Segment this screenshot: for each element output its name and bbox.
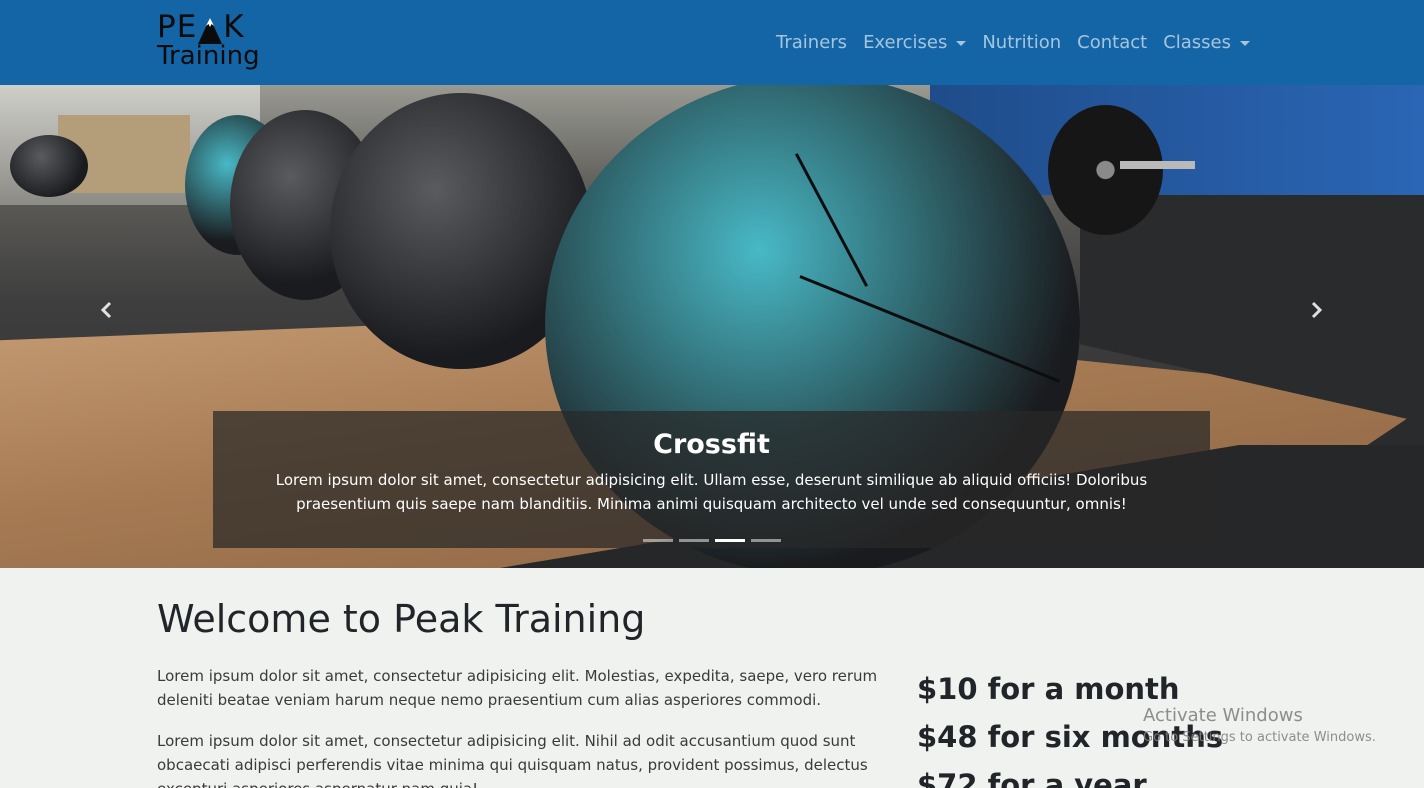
nav-item-nutrition[interactable]: Nutrition [974, 32, 1069, 53]
carousel-indicator-4[interactable] [751, 539, 781, 542]
brand-line1: PE K [157, 9, 245, 45]
price-yearly: $72 for a year [917, 768, 1147, 788]
caption-title: Crossfit [653, 429, 770, 460]
watermark-subtitle: Go to Settings to activate Windows. [1143, 730, 1376, 745]
navbar: PE K Training Trainers Exercises Nutriti… [0, 0, 1424, 85]
windows-activation-watermark: Activate Windows Go to Settings to activ… [1143, 704, 1376, 748]
caption-text: Lorem ipsum dolor sit amet, consectetur … [275, 471, 1148, 513]
nav-item-classes[interactable]: Classes [1155, 32, 1258, 53]
intro-paragraph-1: Lorem ipsum dolor sit amet, consectetur … [157, 667, 878, 709]
intro-paragraph-2: Lorem ipsum dolor sit amet, consectetur … [157, 732, 868, 788]
nav-menu: Trainers Exercises Nutrition Contact Cla… [768, 0, 1258, 85]
carousel-next-button[interactable] [1306, 300, 1326, 320]
carousel-prev-button[interactable] [97, 300, 117, 320]
nav-item-exercises[interactable]: Exercises [855, 32, 974, 53]
nav-item-label: Contact [1077, 32, 1148, 53]
nav-item-label: Nutrition [982, 32, 1062, 53]
page-title: Welcome to Peak Training [157, 597, 646, 641]
caret-down-icon [1240, 41, 1250, 46]
chevron-left-icon [100, 301, 112, 319]
nav-item-label: Exercises [863, 32, 948, 53]
watermark-title: Activate Windows [1143, 705, 1303, 726]
nav-item-contact[interactable]: Contact [1069, 32, 1155, 53]
brand-logo[interactable]: PE K Training [157, 10, 272, 74]
caret-down-icon [956, 41, 967, 46]
nav-item-label: Trainers [776, 32, 848, 53]
carousel-indicator-2[interactable] [679, 539, 709, 542]
nav-item-label: Classes [1163, 32, 1231, 53]
chevron-right-icon [1311, 301, 1323, 319]
carousel-indicator-3[interactable] [715, 539, 745, 542]
carousel-caption: Crossfit Lorem ipsum dolor sit amet, con… [213, 411, 1210, 548]
carousel-indicators [643, 539, 781, 542]
nav-item-trainers[interactable]: Trainers [768, 32, 855, 53]
carousel-indicator-1[interactable] [643, 539, 673, 542]
price-monthly: $10 for a month [917, 672, 1180, 706]
brand-line2: Training [157, 41, 260, 71]
hero-carousel: Crossfit Lorem ipsum dolor sit amet, con… [0, 85, 1424, 568]
